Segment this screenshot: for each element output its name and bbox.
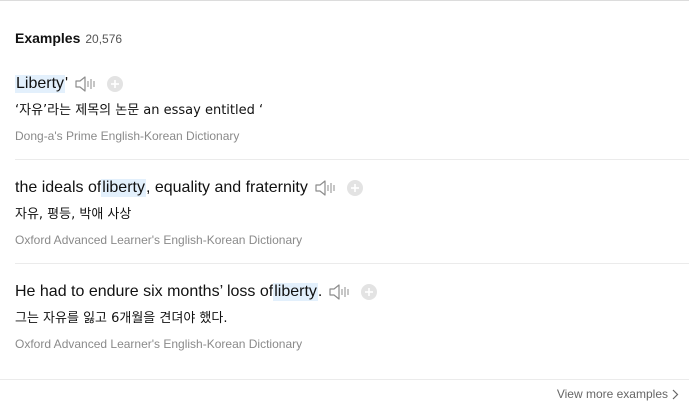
example-sentence: the ideals of liberty , equality and fra… <box>15 176 689 200</box>
examples-title: Examples <box>15 30 81 46</box>
highlighted-word[interactable]: Liberty <box>15 75 66 93</box>
example-source: Oxford Advanced Learner's English-Korean… <box>15 233 303 247</box>
example-translation: ‘자유’라는 제목의 논문 an essay entitled ‘ <box>15 103 264 118</box>
plus-circle-icon[interactable] <box>346 179 364 197</box>
example-item: the ideals of liberty , equality and fra… <box>15 176 689 248</box>
example-sentence: He had to endure six months’ loss of lib… <box>15 280 689 304</box>
speaker-icon[interactable] <box>314 179 338 197</box>
sentence-text-pre: the ideals of <box>15 179 102 196</box>
view-more-label: View more examples <box>556 387 668 401</box>
example-source: Dong-a's Prime English-Korean Dictionary <box>15 129 240 143</box>
example-item: Liberty ' ‘자유’라는 제목의 논문 an essay entitle… <box>15 72 689 144</box>
sentence-text-post: . <box>317 283 323 300</box>
sentence-text-pre: He had to endure six months’ loss of <box>15 283 274 300</box>
view-more-examples-link[interactable]: View more examples <box>557 387 679 401</box>
plus-circle-icon[interactable] <box>106 75 124 93</box>
speaker-icon[interactable] <box>328 283 352 301</box>
divider <box>15 159 689 160</box>
speaker-icon[interactable] <box>74 75 98 93</box>
sentence-text-post: , equality and fraternity <box>145 179 308 196</box>
examples-panel: Examples 20,576 Liberty ' ‘자유’라는 제목의 논문 … <box>0 0 689 409</box>
example-translation: 자유, 평등, 박애 사상 <box>15 207 132 222</box>
example-translation: 그는 자유를 잃고 6개월을 견뎌야 했다. <box>15 311 228 326</box>
chevron-right-icon <box>672 389 679 400</box>
examples-header: Examples 20,576 <box>15 30 122 50</box>
example-sentence: Liberty ' <box>15 72 689 96</box>
example-source: Oxford Advanced Learner's English-Korean… <box>15 337 303 351</box>
footer-divider <box>0 379 689 380</box>
examples-count: 20,576 <box>85 32 123 46</box>
highlighted-word[interactable]: liberty <box>101 179 146 197</box>
example-item: He had to endure six months’ loss of lib… <box>15 280 689 352</box>
divider <box>15 263 689 264</box>
plus-circle-icon[interactable] <box>360 283 378 301</box>
sentence-text-post: ' <box>65 75 69 92</box>
highlighted-word[interactable]: liberty <box>273 283 318 301</box>
